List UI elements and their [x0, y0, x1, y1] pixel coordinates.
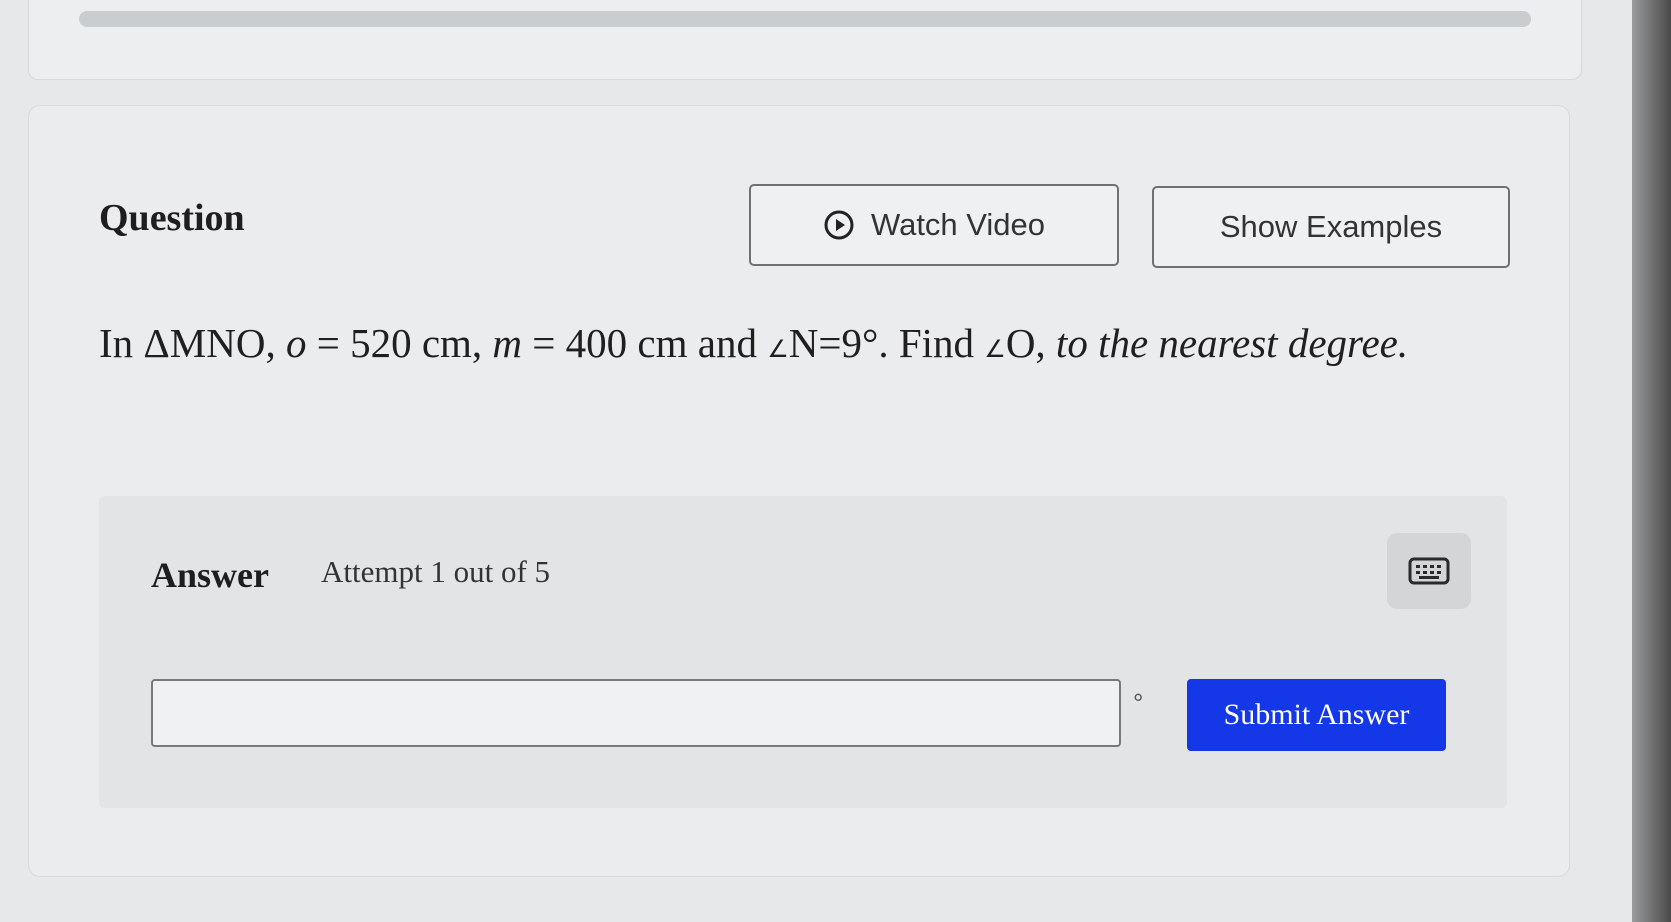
show-examples-button[interactable]: Show Examples	[1152, 186, 1510, 268]
show-examples-label: Show Examples	[1219, 209, 1443, 244]
answer-panel: Answer Attempt 1 out of 5 ° Submit Answe…	[99, 496, 1507, 808]
watch-video-button[interactable]: Watch Video	[749, 184, 1119, 266]
submit-answer-button[interactable]: Submit Answer	[1187, 679, 1446, 751]
angle-icon: ∠	[767, 337, 789, 363]
question-card: Question Watch Video Show Examples In ΔM…	[28, 105, 1570, 877]
degree-unit: °	[1133, 688, 1144, 718]
play-circle-icon	[824, 210, 854, 240]
previous-card	[28, 0, 1582, 80]
var-m: m	[492, 320, 523, 366]
keyboard-icon	[1408, 557, 1450, 585]
progress-bar	[79, 11, 1531, 27]
attempt-counter: Attempt 1 out of 5	[321, 554, 551, 589]
screen-edge	[1632, 0, 1671, 922]
question-heading: Question	[99, 197, 245, 239]
triangle-name: ΔMNO	[143, 320, 266, 366]
keyboard-toggle-button[interactable]	[1387, 533, 1471, 609]
answer-input[interactable]	[151, 679, 1121, 747]
var-o: o	[285, 320, 307, 366]
answer-label: Answer	[151, 555, 269, 595]
problem-statement: In ΔMNO, o = 520 cm, m = 400 cm and ∠N=9…	[99, 320, 1409, 366]
angle-icon: ∠	[984, 337, 1006, 363]
problem-instruction: to the nearest degree.	[1055, 320, 1409, 366]
watch-video-label: Watch Video	[870, 207, 1046, 242]
